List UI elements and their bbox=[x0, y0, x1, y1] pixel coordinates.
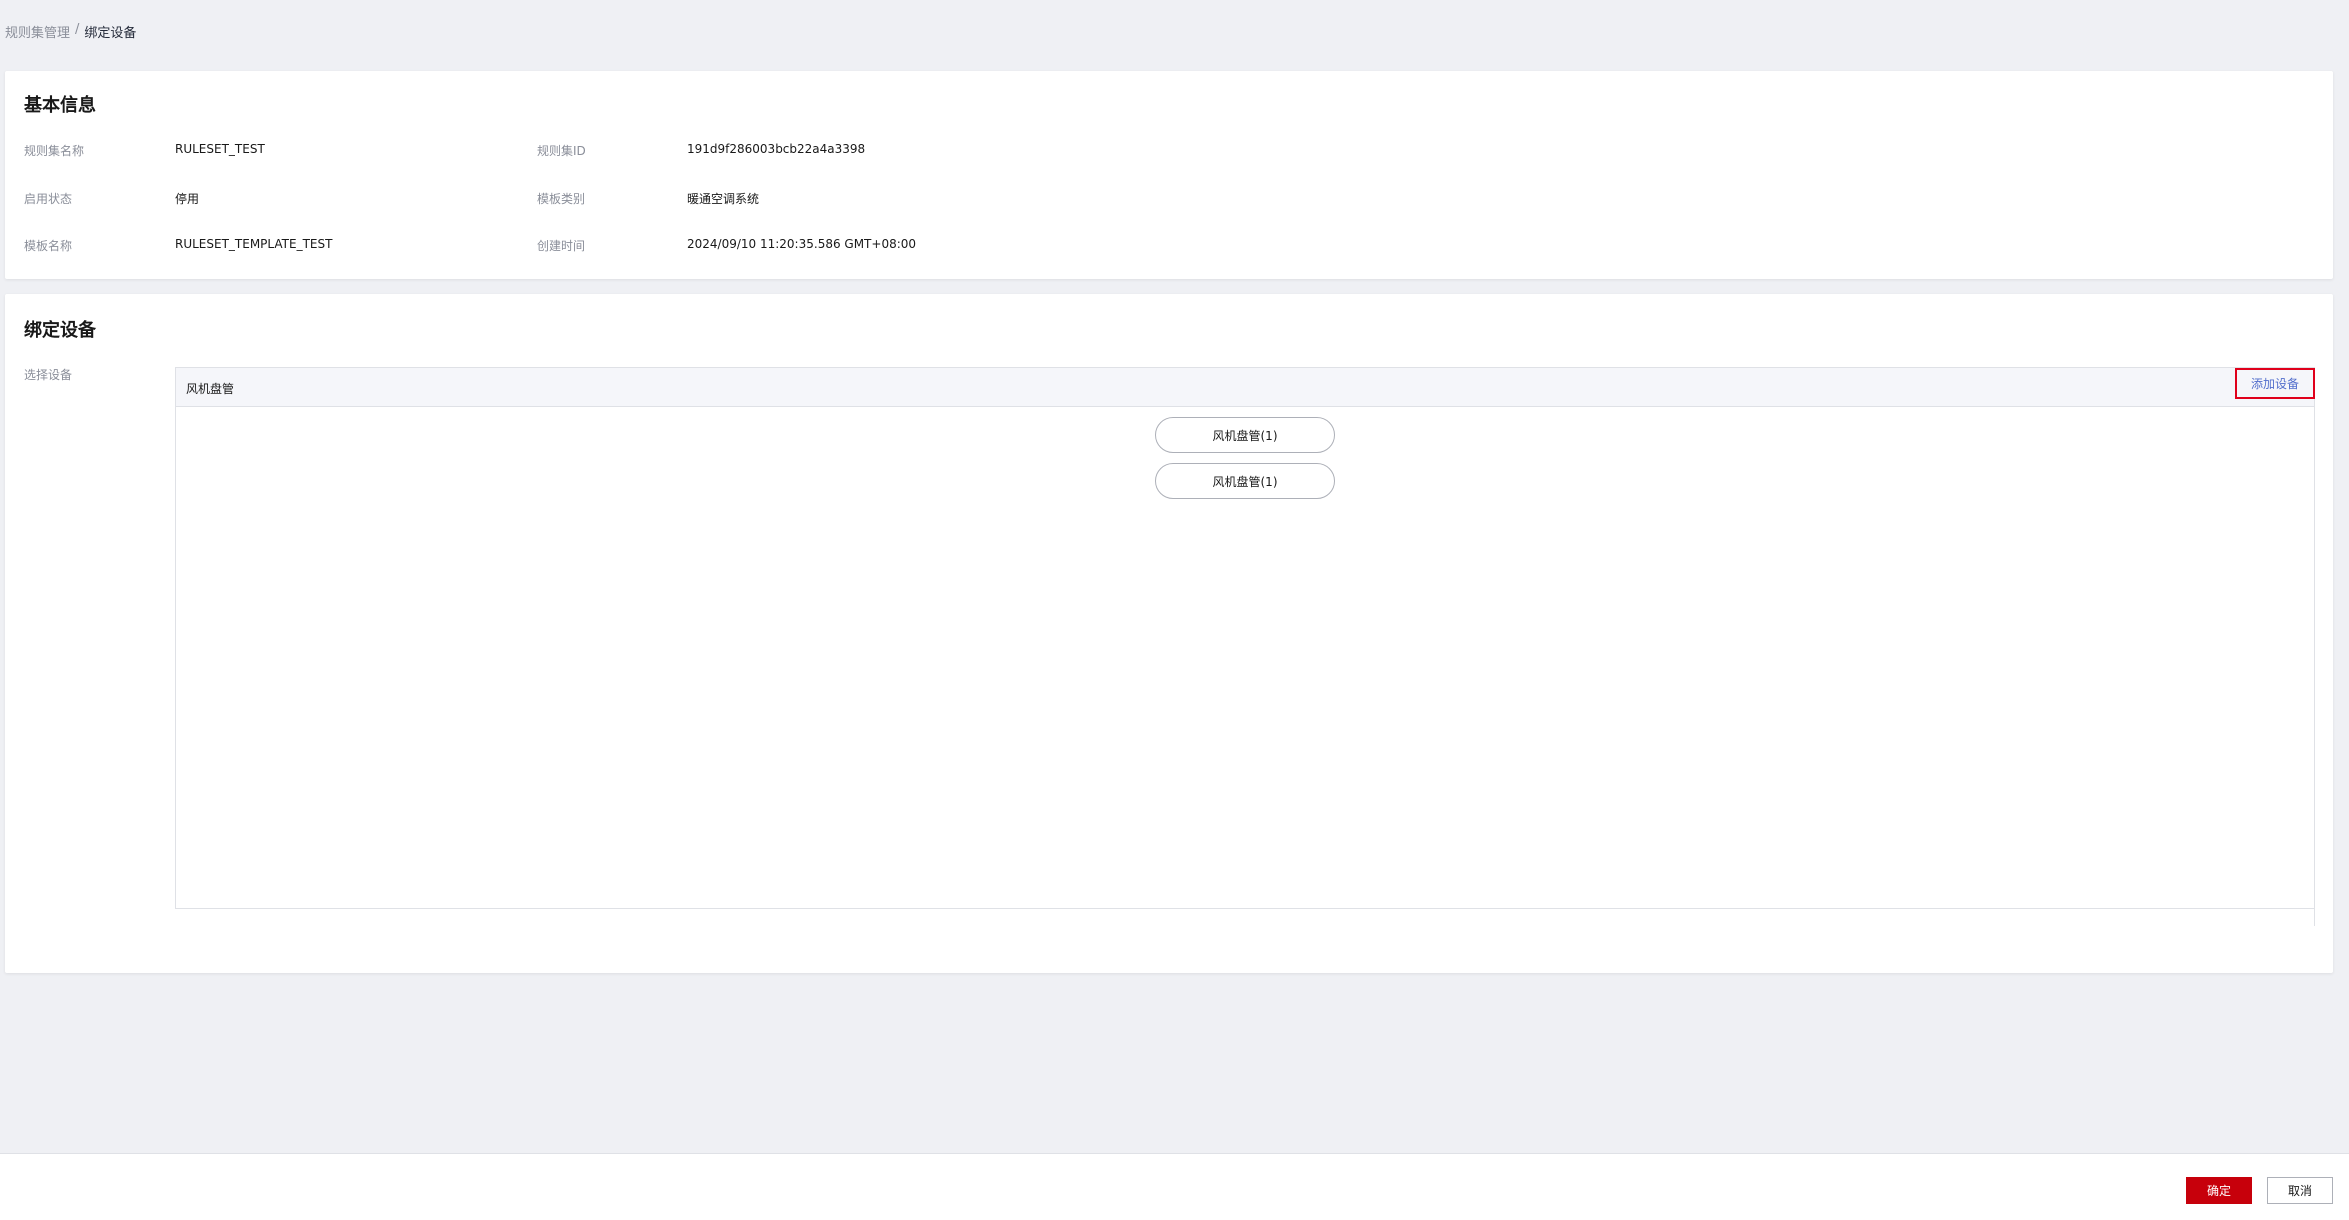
confirm-button[interactable]: 确定 bbox=[2186, 1177, 2252, 1204]
device-list: 风机盘管(1) 风机盘管(1) bbox=[176, 417, 2314, 499]
basic-info-title: 基本信息 bbox=[24, 95, 96, 116]
breadcrumb-separator: / bbox=[75, 22, 80, 37]
created-time-value: 2024/09/10 11:20:35.586 GMT+08:00 bbox=[687, 237, 917, 251]
bind-devices-card: 绑定设备 选择设备 风机盘管 添加设备 风机盘管(1) 风机盘管(1) bbox=[5, 294, 2333, 973]
template-name-label: 模板名称 bbox=[24, 239, 73, 253]
ruleset-id-label: 规则集ID bbox=[537, 144, 586, 158]
info-row: 规则集名称 RULESET_TEST 规则集ID 191d9f286003bcb… bbox=[5, 142, 2333, 162]
breadcrumb: 规则集管理 / 绑定设备 bbox=[5, 22, 136, 41]
device-type-name: 风机盘管 bbox=[186, 382, 235, 396]
breadcrumb-parent-link[interactable]: 规则集管理 bbox=[5, 22, 70, 41]
footer-bar: 确定 取消 bbox=[0, 1153, 2349, 1220]
ruleset-name-value: RULESET_TEST bbox=[175, 142, 265, 156]
select-devices-label: 选择设备 bbox=[24, 368, 73, 382]
add-device-button[interactable]: 添加设备 bbox=[2235, 368, 2315, 399]
device-item[interactable]: 风机盘管(1) bbox=[1155, 417, 1335, 453]
template-category-label: 模板类别 bbox=[537, 192, 586, 206]
cancel-button[interactable]: 取消 bbox=[2267, 1177, 2333, 1204]
device-panel-header: 风机盘管 添加设备 bbox=[176, 368, 2315, 407]
info-row: 启用状态 停用 模板类别 暖通空调系统 bbox=[5, 190, 2333, 210]
device-panel: 风机盘管 添加设备 风机盘管(1) 风机盘管(1) bbox=[175, 367, 2315, 926]
enable-status-value: 停用 bbox=[175, 192, 200, 206]
template-category-value: 暖通空调系统 bbox=[687, 192, 760, 206]
enable-status-label: 启用状态 bbox=[24, 192, 73, 206]
ruleset-id-value: 191d9f286003bcb22a4a3398 bbox=[687, 142, 866, 156]
bind-devices-title: 绑定设备 bbox=[24, 320, 96, 341]
created-time-label: 创建时间 bbox=[537, 239, 586, 253]
ruleset-name-label: 规则集名称 bbox=[24, 144, 85, 158]
breadcrumb-current: 绑定设备 bbox=[84, 26, 137, 41]
basic-info-card: 基本信息 规则集名称 RULESET_TEST 规则集ID 191d9f2860… bbox=[5, 71, 2333, 279]
template-name-value: RULESET_TEMPLATE_TEST bbox=[175, 237, 333, 251]
panel-scrollbar[interactable] bbox=[2314, 908, 2315, 926]
device-item[interactable]: 风机盘管(1) bbox=[1155, 463, 1335, 499]
info-row: 模板名称 RULESET_TEMPLATE_TEST 创建时间 2024/09/… bbox=[5, 237, 2333, 257]
